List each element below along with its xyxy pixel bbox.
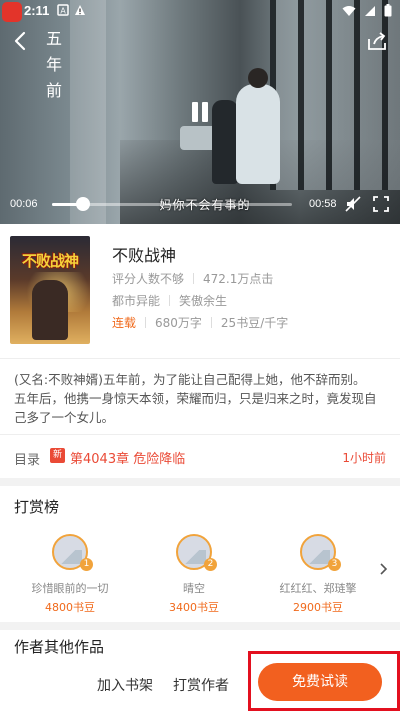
app-notification-icon [2, 2, 22, 22]
video-scene-pillar [70, 0, 106, 224]
book-title: 不败战神 [112, 246, 177, 265]
book-description[interactable]: (又名:不败神婿)五年前，为了能让自己配得上她，他不辞而别。 五年后，他携一身惊… [14, 370, 388, 427]
new-badge: 新 [50, 448, 65, 463]
notification-icon: A [57, 4, 69, 16]
reward-rank-item[interactable]: 2 晴空 3400书豆 [134, 534, 254, 615]
status-bar: 2:11 A [0, 0, 400, 24]
back-icon[interactable] [10, 30, 32, 52]
book-price: 25书豆/千字 [220, 316, 289, 330]
book-clicks: 472.1万点击 [203, 272, 274, 286]
book-author[interactable]: 笑傲余生 [179, 292, 227, 309]
divider [145, 317, 147, 328]
book-status-row: 连载 680万字 25书豆/千字 [112, 314, 288, 331]
vertical-title-char: 前 [45, 81, 62, 100]
divider [169, 295, 171, 306]
book-rating-row: 评分人数不够 472.1万点击 [112, 270, 273, 287]
book-cover[interactable]: 不败战神 [10, 236, 90, 344]
rank-user-name: 晴空 [183, 582, 205, 595]
pause-button[interactable] [188, 100, 212, 124]
divider [193, 273, 195, 284]
book-info: 不败战神 不败战神 评分人数不够 472.1万点击 都市异能 笑傲余生 连载 6… [0, 224, 400, 354]
vertical-title-char: 五 [45, 29, 62, 48]
video-scene-person [212, 100, 238, 184]
rank-amount: 3400书豆 [169, 601, 219, 614]
highlight-box [248, 651, 400, 711]
table-of-contents-row[interactable]: 目录 新 第4043章 危险降临 1小时前 [0, 436, 400, 476]
wifi-icon [342, 5, 356, 16]
rank-badge: 1 [80, 558, 93, 571]
pause-icon [192, 102, 198, 122]
signal-icon [365, 5, 375, 16]
rank-user-name: 珍惜眼前的一切 [31, 582, 109, 595]
section-gap [0, 622, 400, 630]
rank-user-name: 红红红、郑琏擎 [279, 582, 357, 595]
toc-label: 目录 [14, 453, 41, 468]
reward-rank-item[interactable]: 3 红红红、郑琏擎 2900书豆 [258, 534, 378, 615]
divider [0, 434, 400, 435]
book-status: 连载 [112, 316, 137, 330]
chapter-updated-time: 1小时前 [342, 451, 386, 465]
video-current-time: 00:06 [10, 198, 38, 210]
mute-icon[interactable] [345, 196, 361, 212]
add-to-shelf-button[interactable]: 加入书架 [97, 675, 153, 695]
video-scene-doctor [236, 68, 280, 184]
video-vertical-title: 五 年 前 [44, 26, 64, 104]
reward-rank-title: 打赏榜 [14, 498, 60, 516]
book-word-count: 680万字 [155, 316, 202, 330]
rank-amount: 2900书豆 [293, 601, 343, 614]
pause-icon [202, 102, 208, 122]
warning-icon [75, 5, 85, 15]
book-rating: 评分人数不够 [112, 272, 185, 286]
book-description-text: (又名:不败神婿)五年前，为了能让自己配得上她，他不辞而别。 五年后，他携一身惊… [14, 372, 377, 425]
divider [210, 317, 212, 328]
battery-icon [384, 4, 392, 17]
fullscreen-icon[interactable] [373, 196, 389, 212]
rank-badge: 2 [204, 558, 217, 571]
other-works-title: 作者其他作品 [14, 638, 105, 656]
section-gap [0, 478, 400, 486]
divider [0, 358, 400, 359]
book-category-row: 都市异能 笑傲余生 [112, 292, 227, 309]
cover-figure [32, 280, 68, 340]
chevron-right-icon[interactable] [376, 562, 390, 576]
cover-title: 不败战神 [21, 252, 79, 270]
vertical-title-char: 年 [45, 55, 62, 74]
status-time: 2:11 [24, 3, 50, 18]
share-icon[interactable] [366, 30, 388, 52]
book-category[interactable]: 都市异能 [112, 292, 160, 309]
latest-chapter[interactable]: 第4043章 危险降临 [70, 448, 185, 467]
rank-amount: 4800书豆 [45, 601, 95, 614]
video-scene-window [270, 0, 400, 190]
reward-author-button[interactable]: 打赏作者 [173, 675, 229, 695]
reward-rank-item[interactable]: 1 珍惜眼前的一切 4800书豆 [10, 534, 130, 615]
rank-badge: 3 [328, 558, 341, 571]
video-total-time: 00:58 [309, 198, 337, 210]
svg-text:A: A [60, 7, 66, 16]
